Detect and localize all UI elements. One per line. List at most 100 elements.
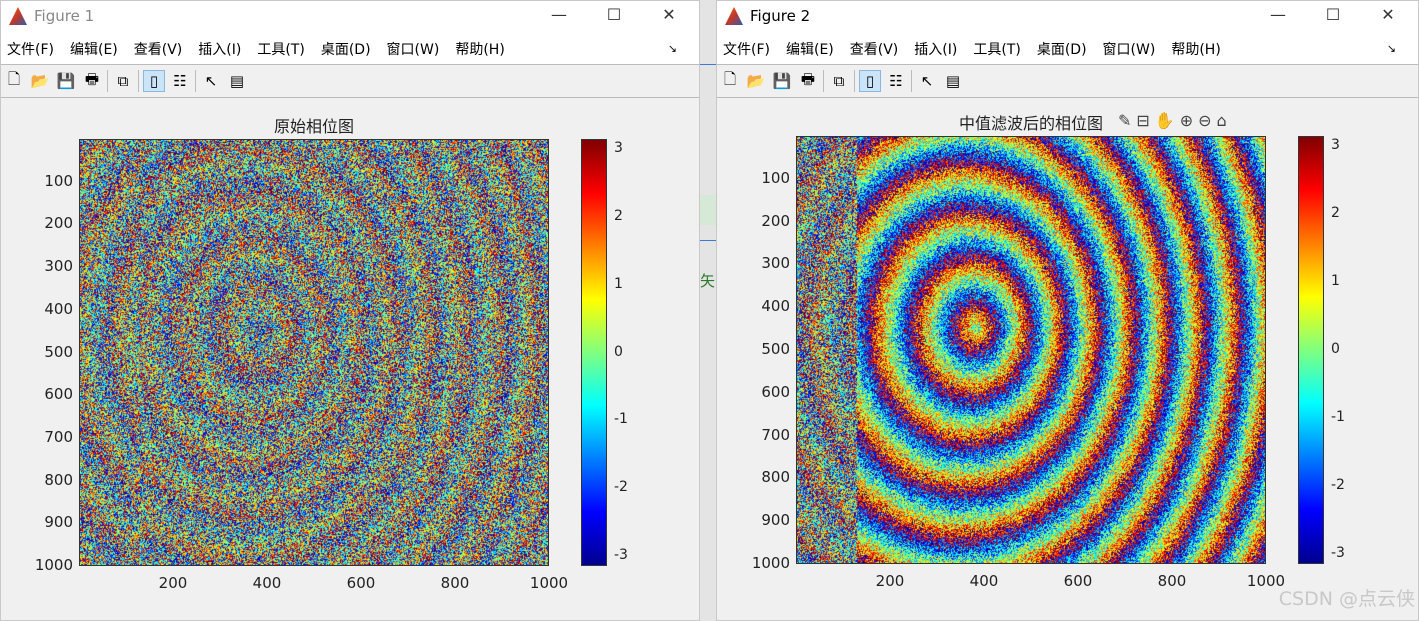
window-title: Figure 1 — [34, 7, 94, 25]
menu-item[interactable]: 工具(T) — [973, 39, 1020, 59]
y-tick-label: 200 — [761, 212, 790, 230]
property-icon[interactable]: ▤ — [942, 70, 964, 92]
pointer-icon[interactable]: ↖ — [916, 70, 938, 92]
toolbar: 🗋 📂 💾 🖶 ⧉ ▯ ☷ ↖ ▤ — [1, 65, 699, 98]
colorbar-tick-label: 2 — [1331, 205, 1340, 221]
menu-item[interactable]: 窗口(W) — [387, 39, 440, 59]
background-text: 矢 — [700, 270, 715, 291]
menu-item[interactable]: 文件(F) — [7, 39, 54, 59]
phase-image-axes[interactable] — [796, 136, 1266, 564]
menu-item[interactable]: 文件(F) — [723, 39, 770, 59]
dock-icon[interactable]: ↘ — [668, 42, 677, 55]
home-icon[interactable]: ⌂ — [1217, 111, 1227, 130]
y-tick-label: 1000 — [752, 554, 790, 572]
menu-item[interactable]: 桌面(D) — [1037, 39, 1087, 59]
y-tick-label: 900 — [44, 513, 73, 531]
close-button[interactable]: ✕ — [654, 5, 684, 29]
x-tick-label: 800 — [1158, 572, 1187, 590]
menu-item[interactable]: 编辑(E) — [786, 39, 834, 59]
y-tick-label: 200 — [44, 214, 73, 232]
separator — [107, 70, 108, 92]
dock-icon[interactable]: ↘ — [1387, 42, 1396, 55]
axes-title: 中值滤波后的相位图 — [959, 110, 1103, 134]
menu-item[interactable]: 查看(V) — [134, 39, 183, 59]
colorbar-tick-label: -2 — [1331, 477, 1345, 493]
colorbar-icon[interactable]: ▯ — [143, 70, 165, 92]
open-icon[interactable]: 📂 — [29, 70, 51, 92]
menu-item[interactable]: 编辑(E) — [70, 39, 118, 59]
title-bar: Figure 1 — ☐ ✕ — [1, 1, 699, 33]
pan-icon[interactable]: ✋ — [1155, 111, 1175, 130]
link-icon[interactable]: ⧉ — [112, 70, 134, 92]
link-icon[interactable]: ⧉ — [828, 70, 850, 92]
colorbar-tick-label: -2 — [614, 479, 628, 495]
y-tick-label: 100 — [761, 169, 790, 187]
datatip-icon[interactable]: ⊟ — [1136, 111, 1149, 130]
minimize-button[interactable]: — — [1263, 5, 1293, 29]
maximize-button[interactable]: ☐ — [599, 5, 629, 29]
legend-icon[interactable]: ☷ — [169, 70, 191, 92]
menu-item[interactable]: 帮助(H) — [1171, 39, 1220, 59]
y-tick-label: 500 — [761, 340, 790, 358]
menu-item[interactable]: 帮助(H) — [455, 39, 504, 59]
save-icon[interactable]: 💾 — [771, 70, 793, 92]
watermark: CSDN @点云侠 — [1279, 584, 1415, 611]
print-icon[interactable]: 🖶 — [81, 70, 103, 92]
x-tick-label: 800 — [441, 574, 470, 592]
separator — [911, 70, 912, 92]
menu-item[interactable]: 插入(I) — [198, 39, 241, 59]
colorbar[interactable] — [581, 139, 607, 566]
new-file-icon[interactable]: 🗋 — [719, 70, 741, 92]
menu-item[interactable]: 桌面(D) — [321, 39, 371, 59]
menu-item[interactable]: 查看(V) — [850, 39, 899, 59]
x-tick-label: 600 — [347, 574, 376, 592]
property-icon[interactable]: ▤ — [226, 70, 248, 92]
x-tick-label: 1000 — [530, 574, 568, 592]
matlab-logo-icon — [9, 7, 27, 25]
minimize-button[interactable]: — — [544, 5, 574, 29]
menu-item[interactable]: 窗口(W) — [1103, 39, 1156, 59]
y-tick-label: 700 — [761, 426, 790, 444]
zoom-in-icon[interactable]: ⊕ — [1180, 111, 1193, 130]
save-icon[interactable]: 💾 — [55, 70, 77, 92]
colorbar-icon[interactable]: ▯ — [859, 70, 881, 92]
x-tick-label: 200 — [159, 574, 188, 592]
maximize-button[interactable]: ☐ — [1318, 5, 1348, 29]
matlab-logo-icon — [725, 7, 743, 25]
close-button[interactable]: ✕ — [1373, 5, 1403, 29]
print-icon[interactable]: 🖶 — [797, 70, 819, 92]
title-bar: Figure 2 — ☐ ✕ — [717, 1, 1418, 33]
y-tick-label: 600 — [761, 383, 790, 401]
y-tick-label: 400 — [44, 300, 73, 318]
colorbar-tick-label: -1 — [1331, 409, 1345, 425]
y-tick-label: 800 — [761, 468, 790, 486]
menu-item[interactable]: 插入(I) — [914, 39, 957, 59]
menu-item[interactable]: 工具(T) — [257, 39, 304, 59]
separator — [138, 70, 139, 92]
colorbar-tick-label: -3 — [614, 547, 628, 563]
phase-image — [80, 140, 548, 565]
background-strip: 矢 — [700, 0, 716, 621]
colorbar[interactable] — [1298, 136, 1324, 564]
y-tick-label: 100 — [44, 172, 73, 190]
axes-toolbar: ✎ ⊟ ✋ ⊕ ⊖ ⌂ — [1118, 111, 1227, 130]
toolbar: 🗋 📂 💾 🖶 ⧉ ▯ ☷ ↖ ▤ — [717, 65, 1418, 98]
pointer-icon[interactable]: ↖ — [200, 70, 222, 92]
colorbar-tick-label: -1 — [614, 411, 628, 427]
legend-icon[interactable]: ☷ — [885, 70, 907, 92]
separator — [823, 70, 824, 92]
colorbar-tick-label: 1 — [1331, 273, 1340, 289]
colorbar-tick-label: 1 — [614, 276, 623, 292]
brush-icon[interactable]: ✎ — [1118, 111, 1131, 130]
zoom-out-icon[interactable]: ⊖ — [1198, 111, 1211, 130]
x-tick-label: 200 — [876, 572, 905, 590]
y-tick-label: 600 — [44, 385, 73, 403]
y-tick-label: 800 — [44, 471, 73, 489]
separator — [195, 70, 196, 92]
open-icon[interactable]: 📂 — [745, 70, 767, 92]
y-tick-label: 400 — [761, 297, 790, 315]
phase-image-axes[interactable] — [79, 139, 549, 566]
x-tick-label: 1000 — [1247, 572, 1285, 590]
x-tick-label: 600 — [1064, 572, 1093, 590]
new-file-icon[interactable]: 🗋 — [3, 70, 25, 92]
